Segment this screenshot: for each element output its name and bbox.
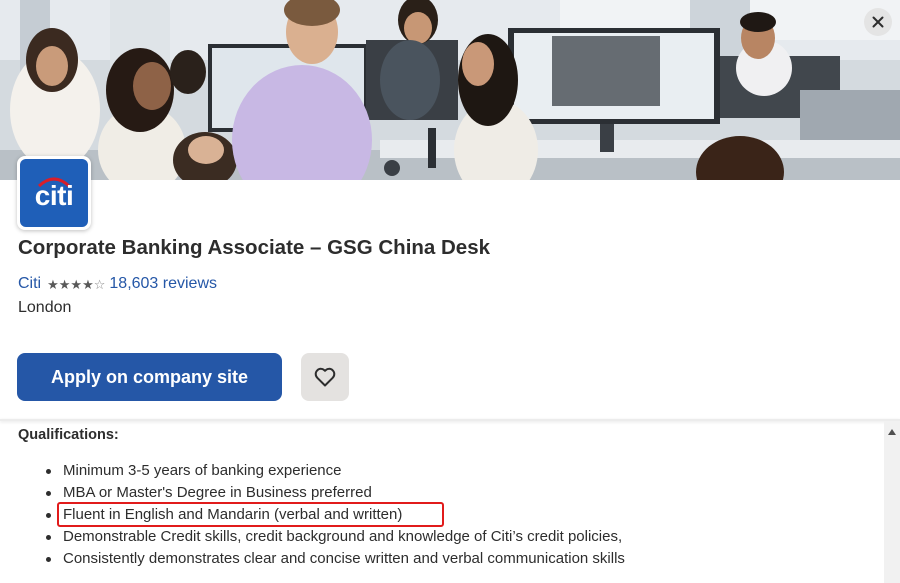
star-filled-icon: ★ [47,276,59,292]
job-title: Corporate Banking Associate – GSG China … [18,236,491,259]
reviews-link[interactable]: 18,603 reviews [109,275,217,293]
list-item-highlighted: Fluent in English and Mandarin (verbal a… [46,504,625,526]
close-icon [872,16,884,28]
apply-button[interactable]: Apply on company site [17,353,282,401]
job-description: Qualifications: Minimum 3-5 years of ban… [0,421,884,583]
close-button[interactable] [864,8,892,36]
heart-icon [314,367,336,387]
description-scrollbar[interactable] [884,421,900,583]
qualifications-list: Minimum 3-5 years of banking experience … [46,460,625,570]
star-filled-icon: ★ [70,276,83,292]
star-filled-icon: ★ [58,276,71,292]
company-name-link[interactable]: Citi [18,275,41,293]
star-filled-icon: ★ [82,276,94,292]
list-item: MBA or Master's Degree in Business prefe… [46,482,625,504]
company-rating-line: Citi ★ ★ ★ ★ ☆ 18,603 reviews [18,275,217,293]
logo-text: citi [34,180,74,211]
triangle-up-icon [888,429,896,435]
save-job-button[interactable] [301,353,349,401]
scroll-up-button[interactable] [884,425,900,439]
job-location: London [18,299,72,316]
star-rating: ★ ★ ★ ★ ☆ [47,278,105,291]
qualifications-heading: Qualifications: [18,427,119,443]
job-header: citi Corporate Banking Associate – GSG C… [0,156,900,420]
list-item: Minimum 3-5 years of banking experience [46,460,625,482]
star-empty-icon: ☆ [93,276,106,292]
list-item: Demonstrable Credit skills, credit backg… [46,526,625,548]
list-item: Consistently demonstrates clear and conc… [46,548,625,570]
company-banner-image [0,0,900,180]
company-logo: citi [17,156,91,230]
